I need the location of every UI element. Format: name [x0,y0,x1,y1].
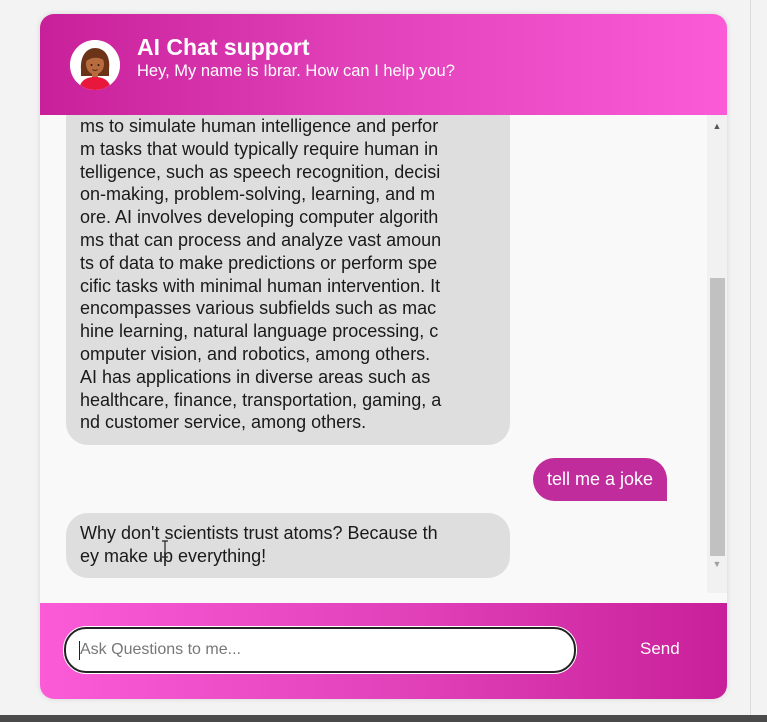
scrollbar-thumb[interactable] [710,278,725,556]
message-line: ey make up everything! [80,545,267,566]
question-input[interactable] [80,629,560,671]
message-line: ms to simulate human intelligence and pe… [80,116,439,136]
message-line: telligence, such as speech recognition, … [80,161,441,182]
chat-title: AI Chat support [137,34,310,60]
message-line: Why don't scientists trust atoms? Becaus… [80,523,438,543]
message-line: healthcare, finance, transportation, gam… [80,389,442,410]
message-line: AI has applications in diverse areas suc… [80,366,431,387]
message-line: ms that can process and analyze vast amo… [80,229,442,250]
bot-message: ms to simulate human intelligence and pe… [66,115,510,445]
text-cursor-icon [161,540,169,558]
message-line: nd customer service, among others. [80,412,367,433]
chat-window: AI Chat support Hey, My name is Ibrar. H… [40,14,727,699]
window-bottom-bar [0,715,767,722]
chat-header: AI Chat support Hey, My name is Ibrar. H… [40,14,727,115]
bot-message-text: ms to simulate human intelligence and pe… [80,115,490,434]
message-list[interactable]: ms to simulate human intelligence and pe… [40,115,707,593]
message-line: omputer vision, and robotics, among othe… [80,343,431,364]
message-scrollbar[interactable]: ▲ ▼ [707,115,727,593]
send-button[interactable]: Send [640,639,680,659]
message-line: m tasks that would typically require hum… [80,138,439,159]
scroll-up-arrow-icon[interactable]: ▲ [707,120,727,132]
message-line: encompasses various subfields such as ma… [80,298,437,319]
chat-footer: Send [40,603,727,699]
message-line: on-making, problem-solving, learning, an… [80,184,436,205]
page-edge-divider [750,0,751,715]
message-line: cific tasks with minimal human intervent… [80,275,441,296]
chat-subtitle: Hey, My name is Ibrar. How can I help yo… [137,62,455,80]
bot-message: Why don't scientists trust atoms? Becaus… [66,513,510,578]
input-caret [79,641,80,660]
bot-message-text: Why don't scientists trust atoms? Becaus… [80,522,490,568]
message-line: ts of data to make predictions or perfor… [80,252,438,273]
user-message: tell me a joke [533,458,668,501]
message-line: hine learning, natural language processi… [80,321,439,342]
woman-avatar-icon [70,40,120,90]
question-input-wrapper[interactable] [64,627,576,673]
scroll-down-arrow-icon[interactable]: ▼ [707,558,727,570]
message-line: ore. AI involves developing computer alg… [80,207,439,228]
